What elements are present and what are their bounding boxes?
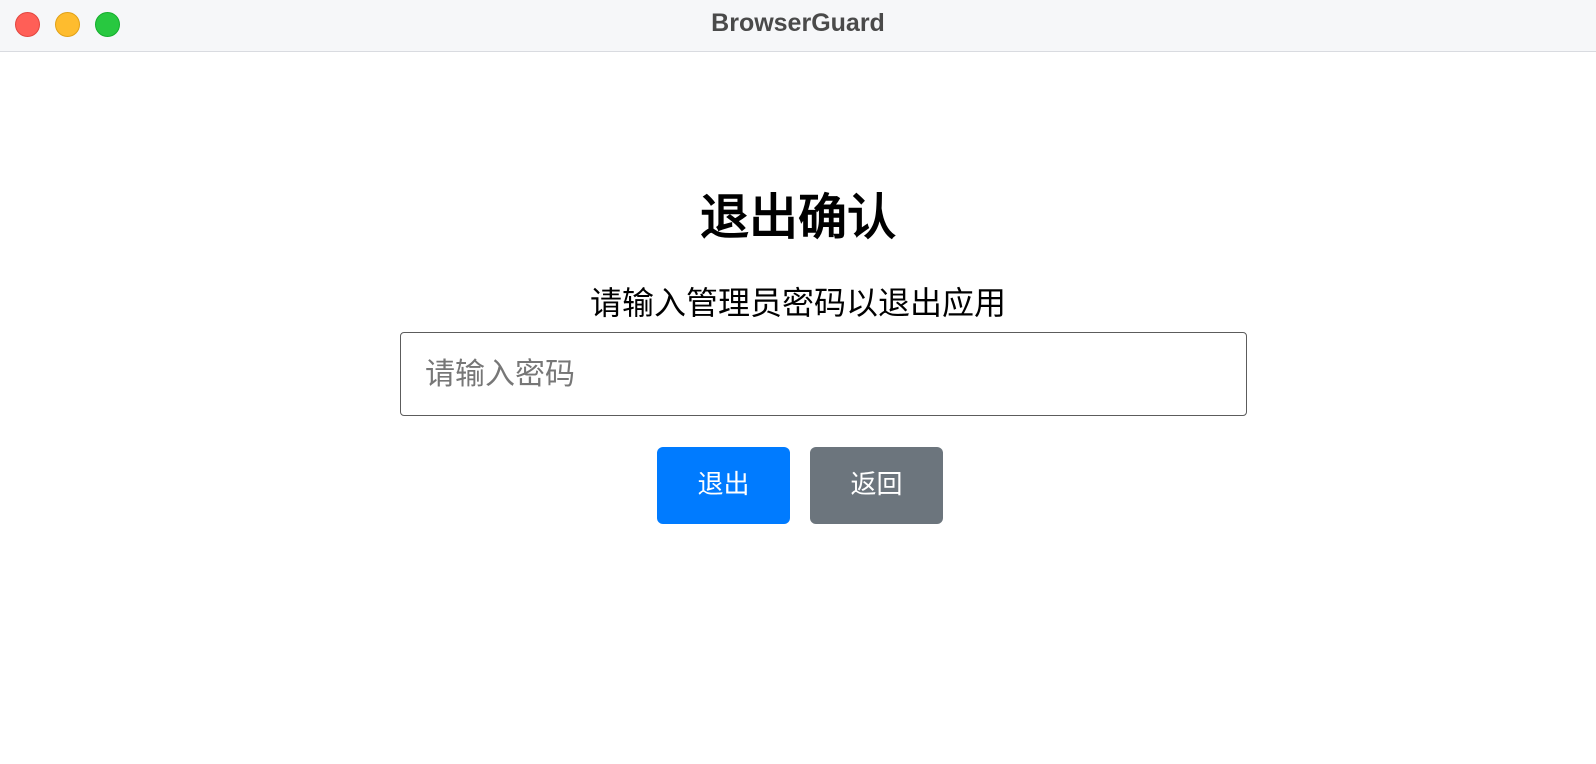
page-title: 退出确认	[699, 187, 896, 246]
instruction-text: 请输入管理员密码以退出应用	[589, 284, 1006, 322]
back-button[interactable]: 返回	[810, 447, 943, 524]
window-title: BrowserGuard	[711, 9, 885, 37]
password-input[interactable]	[400, 332, 1247, 416]
exit-confirmation-panel: 退出确认 请输入管理员密码以退出应用 退出 返回	[0, 52, 1596, 764]
app-window: BrowserGuard 退出确认 请输入管理员密码以退出应用 退出 返回	[0, 0, 1596, 764]
exit-button[interactable]: 退出	[657, 447, 790, 524]
title-bar: BrowserGuard	[0, 0, 1596, 52]
